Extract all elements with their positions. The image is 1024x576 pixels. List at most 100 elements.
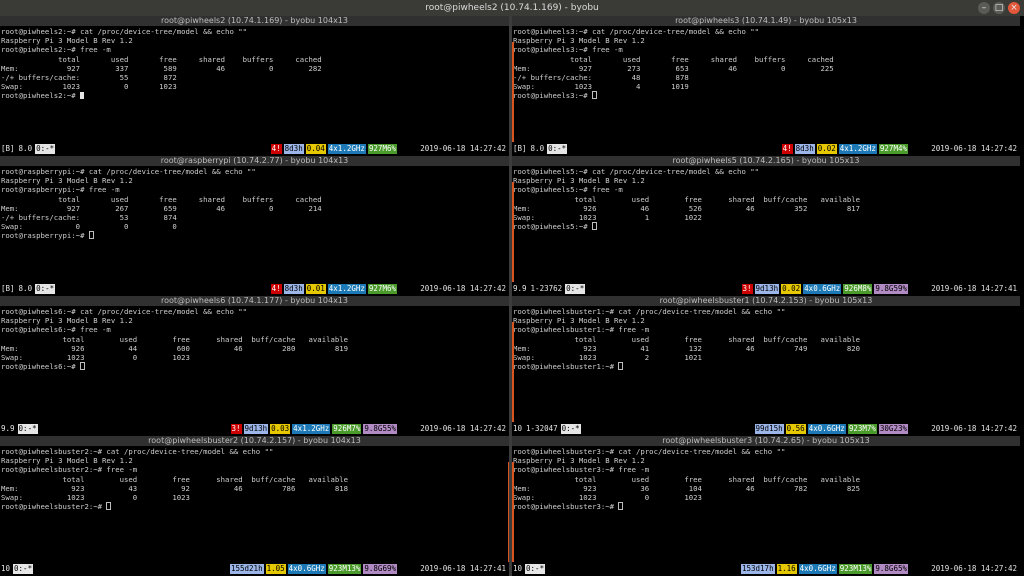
pane-title: root@piwheels6 (10.74.1.177) - byobu 104… [0,296,509,306]
window-title: root@piwheels2 (10.74.1.169) - byobu [425,3,599,13]
cpu-frequency: 4x0.6GHz [287,564,326,574]
pane-title: root@piwheelsbuster2 (10.74.2.157) - byo… [0,436,509,446]
status-datetime: 2019-06-18 14:27:42 [420,284,506,293]
release-version: 10 [513,424,523,433]
terminal-output[interactable]: root@piwheels6:~# cat /proc/device-tree/… [1,307,348,371]
status-datetime: 2019-06-18 14:27:42 [420,144,506,153]
cpu-frequency: 4x0.6GHz [798,564,837,574]
release-version: 9.9 [513,284,527,293]
load-average: 0.02 [781,284,802,294]
terminal-pane[interactable]: root@piwheels2 (10.74.1.169) - byobu 104… [0,16,509,156]
terminal-output[interactable]: root@raspberrypi:~# cat /proc/device-tre… [1,167,322,241]
maximize-button[interactable]: □ [993,2,1005,14]
memory-usage: 926M8% [843,284,873,294]
terminal-pane[interactable]: root@piwheelsbuster1 (10.74.2.153) - byo… [512,296,1020,436]
window-titlebar[interactable]: root@piwheels2 (10.74.1.169) - byobu – □… [0,0,1024,16]
cpu-indicator: 3! [230,424,242,434]
release-version: 8.0 [530,144,545,153]
memory-usage: 923M13% [327,564,362,574]
release-version: 8.0 [18,284,33,293]
cpu-indicator: 4! [781,144,793,154]
byobu-status-bar: 10 1-32047 0:-* 99d15h 0.56 4x0.6GHz 923M7% 30G… [512,424,1020,434]
terminal-pane[interactable]: root@raspberrypi (10.74.2.77) - byobu 10… [0,156,509,296]
pane-title: root@piwheels3 (10.74.1.49) - byobu 105x… [512,16,1020,26]
distro-logo: [B] [1,144,15,153]
terminal-cursor [618,502,624,511]
terminal-cursor [80,92,85,100]
memory-usage: 927M6% [367,284,397,294]
status-indicators: 3! 9d13h 0.02 4x0.6GHz 926M8% 9.8G59% [741,284,911,294]
load-average: 1.16 [776,564,797,574]
terminal-cursor [592,91,598,100]
window-tab[interactable]: 0:-* [560,424,581,434]
release-version: 8.0 [18,144,33,153]
cpu-frequency: 4x1.2GHz [327,144,366,154]
window-tab[interactable]: 0:-* [35,144,56,154]
pane-title: root@piwheelsbuster3 (10.74.2.65) - byob… [512,436,1020,446]
memory-usage: 923M7% [847,424,877,434]
pane-edge-marker [512,42,514,142]
byobu-status-bar: 9.9 0:-* 3! 9d13h 0.03 4x1.2GHz 926M7% 9.8G55% 2… [0,424,509,434]
memory-usage: 923M13% [838,564,873,574]
terminal-cursor [88,231,94,240]
status-indicators: 4! 8d3h 0.02 4x1.2GHz 927M4% [781,144,910,154]
pane-title: root@piwheelsbuster1 (10.74.2.153) - byo… [512,296,1020,306]
terminal-output[interactable]: root@piwheelsbuster1:~# cat /proc/device… [513,307,860,371]
status-indicators: 4! 8d3h 0.01 4x1.2GHz 927M6% [270,284,399,294]
load-average: 0.01 [305,284,326,294]
terminal-output[interactable]: root@piwheels3:~# cat /proc/device-tree/… [513,27,834,101]
uptime-indicator: 9d13h [243,424,269,434]
status-datetime: 2019-06-18 14:27:41 [420,564,506,573]
cpu-frequency: 4x0.6GHz [803,284,842,294]
uptime-indicator: 8d3h [283,144,304,154]
status-indicators: 99d15h 0.56 4x0.6GHz 923M7% 30G23% [754,424,910,434]
window-tab[interactable]: 1-23762 [530,284,564,294]
terminal-output[interactable]: root@piwheelsbuster2:~# cat /proc/device… [1,447,348,511]
minimize-button[interactable]: – [978,2,990,14]
disk-usage: 9.8G59% [874,284,908,294]
close-button[interactable]: × [1008,2,1020,14]
window-tab[interactable]: 0:-* [17,424,38,434]
status-indicators: 3! 9d13h 0.03 4x1.2GHz 926M7% 9.8G55% [230,424,400,434]
window-tab[interactable]: 0:-* [35,284,56,294]
release-version: 10 [1,564,11,573]
window-tab[interactable]: 1-32047 [525,424,559,434]
cpu-frequency: 4x1.2GHz [838,144,877,154]
byobu-status-bar: [B] 8.0 0:-* 4! 8d3h 0.02 4x1.2GHz 927M4% 2019-0… [512,144,1020,154]
status-datetime: 2019-06-18 14:27:42 [931,144,1017,153]
terminal-pane[interactable]: root@piwheels5 (10.74.2.165) - byobu 105… [512,156,1020,296]
pane-edge-marker [508,462,509,562]
terminal-cursor [106,502,112,511]
terminal-pane[interactable]: root@piwheels3 (10.74.1.49) - byobu 105x… [512,16,1020,156]
pane-edge-marker [512,322,514,422]
disk-usage: 9.8G55% [363,424,397,434]
window-tab[interactable]: 0:-* [525,564,546,574]
terminal-output[interactable]: root@piwheels2:~# cat /proc/device-tree/… [1,27,322,101]
terminal-output[interactable]: root@piwheels5:~# cat /proc/device-tree/… [513,167,860,231]
cpu-frequency: 4x0.6GHz [807,424,846,434]
cpu-indicator: 4! [270,284,282,294]
cpu-frequency: 4x1.2GHz [327,284,366,294]
byobu-status-bar: [B] 8.0 0:-* 4! 8d3h 0.04 4x1.2GHz 927M6% 2019-0… [0,144,509,154]
uptime-indicator: 9d13h [754,284,780,294]
terminal-cursor [80,362,86,371]
terminal-pane[interactable]: root@piwheelsbuster2 (10.74.2.157) - byo… [0,436,509,576]
terminal-pane[interactable]: root@piwheelsbuster3 (10.74.2.65) - byob… [512,436,1020,576]
terminal-output[interactable]: root@piwheelsbuster3:~# cat /proc/device… [513,447,860,511]
memory-usage: 927M4% [878,144,908,154]
status-datetime: 2019-06-18 14:27:42 [931,564,1017,573]
window-tab[interactable]: 0:-* [547,144,568,154]
byobu-status-bar: 10 0:-* 155d21h 1.05 4x0.6GHz 923M13% 9.8G69% 2… [0,564,509,574]
window-tab[interactable]: 0:-* [13,564,34,574]
pane-title: root@piwheels2 (10.74.1.169) - byobu 104… [0,16,509,26]
cpu-indicator: 3! [741,284,753,294]
terminal-cursor [618,362,624,371]
terminal-pane[interactable]: root@piwheels6 (10.74.1.177) - byobu 104… [0,296,509,436]
cpu-frequency: 4x1.2GHz [292,424,331,434]
uptime-indicator: 8d3h [283,284,304,294]
byobu-status-bar: [B] 8.0 0:-* 4! 8d3h 0.01 4x1.2GHz 927M6% 2019-0… [0,284,509,294]
disk-usage: 30G23% [878,424,908,434]
load-average: 0.04 [305,144,326,154]
window-tab[interactable]: 0:-* [565,284,586,294]
pane-edge-marker [512,182,514,282]
